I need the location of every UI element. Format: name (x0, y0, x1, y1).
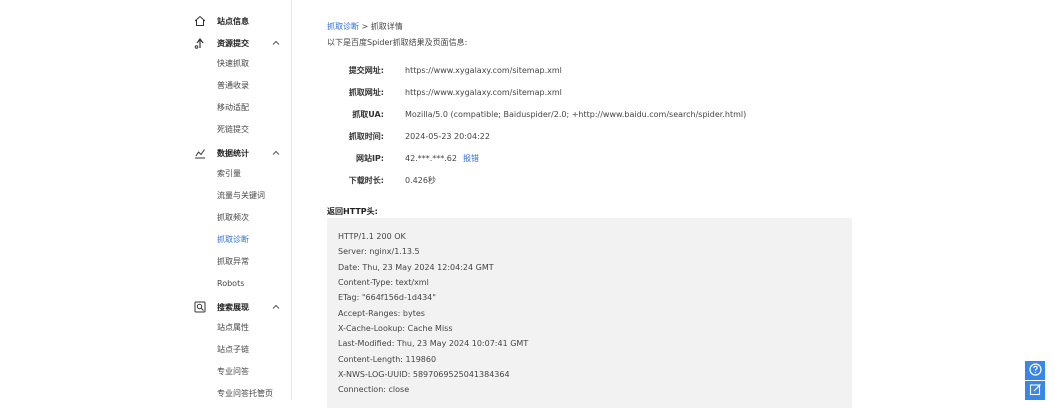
sidebar-group-resource-submit[interactable]: 资源提交 (194, 35, 249, 51)
search-doc-icon (194, 301, 206, 313)
upload-icon (194, 37, 206, 49)
http-header-line: Content-Length: 119860 (338, 355, 437, 364)
sidebar-group-search-display[interactable]: 搜索展现 (194, 299, 249, 315)
home-icon (194, 15, 206, 27)
sidebar-group-site-info[interactable]: 站点信息 (194, 13, 249, 29)
http-header-line: Last-Modified: Thu, 23 May 2024 10:07:41… (338, 339, 529, 348)
sidebar-item-fast-crawl[interactable]: 快速抓取 (217, 57, 249, 71)
help-icon (1028, 363, 1042, 378)
breadcrumb-parent-link[interactable]: 抓取诊断 (327, 22, 359, 31)
sidebar-item-mobile-adapt[interactable]: 移动适配 (217, 101, 249, 115)
sidebar-group-data-stats[interactable]: 数据统计 (194, 145, 249, 161)
http-header-line: X-Cache-Lookup: Cache Miss (338, 324, 453, 333)
detail-key: 下载时长: (348, 176, 384, 185)
http-header-line: ETag: "664f156d-1d434" (338, 293, 436, 302)
sidebar-item-site-attributes[interactable]: 站点属性 (217, 321, 249, 335)
sidebar-item-pro-qa[interactable]: 专业问答 (217, 365, 249, 379)
breadcrumb: 抓取诊断 > 抓取详情 (327, 21, 403, 32)
http-header-line: X-NWS-LOG-UUID: 5897069525041384364 (338, 370, 510, 379)
chevron-up-icon[interactable] (272, 149, 280, 157)
detail-value: 0.426秒 (405, 176, 436, 185)
detail-value: Mozilla/5.0 (compatible; Baiduspider/2.0… (405, 110, 747, 119)
feedback-icon (1029, 383, 1042, 398)
detail-value: 42.***.***.62 (405, 154, 457, 163)
chart-icon (194, 147, 206, 159)
main-content: 抓取诊断 > 抓取详情 以下是百度Spider抓取结果及页面信息: 提交网址: … (292, 0, 1054, 408)
sidebar-group-label: 数据统计 (217, 148, 249, 158)
help-button[interactable] (1025, 361, 1045, 380)
detail-value: https://www.xygalaxy.com/sitemap.xml (405, 88, 562, 97)
http-header-line: HTTP/1.1 200 OK (338, 232, 406, 241)
detail-value-wrapper: 42.***.***.62 报错 (405, 152, 479, 166)
intro-text: 以下是百度Spider抓取结果及页面信息: (327, 38, 468, 47)
sidebar-item-normal-index[interactable]: 普通收录 (217, 79, 249, 93)
http-header-line: Connection: close (338, 385, 410, 394)
breadcrumb-current: 抓取详情 (370, 22, 403, 31)
detail-key: 抓取时间: (348, 132, 384, 141)
sidebar-group-label: 资源提交 (217, 38, 249, 48)
sidebar-item-robots[interactable]: Robots (217, 277, 244, 291)
http-header-line: Accept-Ranges: bytes (338, 309, 425, 318)
sidebar: 站点信息 资源提交 快速抓取 普通收录 移动适配 死链提交 数据统计 索引量 流… (0, 0, 292, 400)
sidebar-item-index-volume[interactable]: 索引量 (217, 167, 241, 181)
sidebar-group-label: 搜索展现 (217, 302, 249, 312)
breadcrumb-separator: > (361, 22, 369, 31)
sidebar-item-crawl-frequency[interactable]: 抓取频次 (217, 211, 249, 225)
detail-value: 2024-05-23 20:04:22 (405, 132, 490, 141)
sidebar-item-traffic-keywords[interactable]: 流量与关键词 (217, 189, 265, 203)
http-header-line: Date: Thu, 23 May 2024 12:04:24 GMT (338, 263, 494, 272)
detail-value: https://www.xygalaxy.com/sitemap.xml (405, 66, 562, 75)
http-header-line: Content-Type: text/xml (338, 278, 429, 287)
sidebar-item-crawl-errors[interactable]: 抓取异常 (217, 255, 249, 269)
sidebar-group-label: 站点信息 (217, 16, 249, 26)
detail-key: 抓取网址: (348, 88, 384, 97)
feedback-button[interactable] (1025, 381, 1045, 400)
sidebar-item-site-sublinks[interactable]: 站点子链 (217, 343, 249, 357)
http-header-title: 返回HTTP头: (327, 207, 378, 216)
chevron-up-icon[interactable] (272, 303, 280, 311)
detail-key: 抓取UA: (352, 110, 384, 119)
chevron-up-icon[interactable] (272, 39, 280, 47)
http-header-line: Server: nginx/1.13.5 (338, 247, 420, 256)
sidebar-item-crawl-diagnosis[interactable]: 抓取诊断 (217, 233, 249, 247)
sidebar-item-dead-link[interactable]: 死链提交 (217, 123, 249, 137)
detail-key: 提交网址: (348, 66, 384, 75)
detail-key: 网站IP: (355, 154, 384, 163)
http-header-box: HTTP/1.1 200 OK Server: nginx/1.13.5 Dat… (327, 218, 852, 408)
report-error-link[interactable]: 报错 (463, 154, 479, 163)
sidebar-item-pro-qa-hosted[interactable]: 专业问答托管页 (217, 387, 273, 401)
